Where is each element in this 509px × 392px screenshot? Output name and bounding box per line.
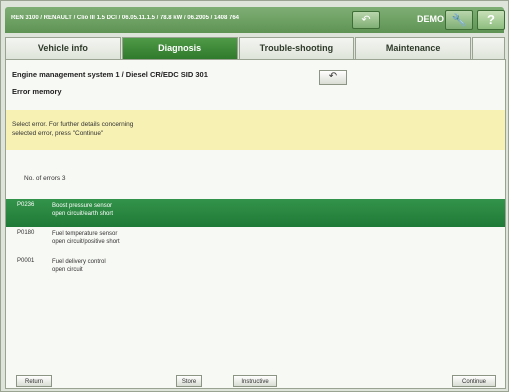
- app-window: REN 3100 / RENAULT / Clio III 1.5 DCI / …: [0, 0, 509, 392]
- return-button[interactable]: Return: [16, 375, 52, 387]
- list-item[interactable]: P0236 Boost pressure sensor open circuit…: [6, 199, 505, 227]
- system-title: Engine management system 1 / Diesel CR/E…: [12, 70, 208, 79]
- error-desc-line-1: Fuel delivery control: [52, 259, 106, 265]
- list-item[interactable]: P0001 Fuel delivery control open circuit: [6, 255, 505, 283]
- error-desc-line-1: Boost pressure sensor: [52, 203, 113, 209]
- header-bar: REN 3100 / RENAULT / Clio III 1.5 DCI / …: [5, 7, 505, 33]
- error-desc-line-2: open circuit/positive short: [52, 239, 120, 245]
- error-code: P0001: [17, 258, 35, 264]
- error-desc-line-2: open circuit: [52, 267, 83, 273]
- error-list: P0236 Boost pressure sensor open circuit…: [6, 199, 505, 283]
- tab-trouble-shooting[interactable]: Trouble-shooting: [238, 37, 355, 59]
- tab-vehicle-info[interactable]: Vehicle info: [5, 37, 121, 59]
- demo-label: DEMO: [417, 14, 444, 24]
- tab-maintenance[interactable]: Maintenance: [355, 37, 472, 59]
- error-code: P0236: [17, 202, 35, 208]
- page-subtitle: Error memory: [12, 87, 62, 96]
- note-line-1: Select error. For further details concer…: [12, 121, 134, 128]
- continue-button[interactable]: Continue: [452, 375, 496, 387]
- list-item[interactable]: P0180 Fuel temperature sensor open circu…: [6, 227, 505, 255]
- tab-extra[interactable]: [472, 37, 505, 59]
- error-description: Boost pressure sensor open circuit/earth…: [52, 202, 113, 218]
- tab-bar: Vehicle info Diagnosis Trouble-shooting …: [5, 37, 506, 59]
- error-description: Fuel delivery control open circuit: [52, 258, 106, 274]
- note-line-2: selected error, press "Continue": [12, 130, 104, 137]
- error-desc-line-2: open circuit/earth short: [52, 211, 114, 217]
- error-desc-line-1: Fuel temperature sensor: [52, 231, 118, 237]
- error-description: Fuel temperature sensor open circuit/pos…: [52, 230, 120, 246]
- main-panel: Engine management system 1 / Diesel CR/E…: [5, 59, 506, 389]
- instruction-note: Select error. For further details concer…: [6, 110, 505, 150]
- wrench-icon[interactable]: 🔧: [445, 10, 473, 30]
- vehicle-path: REN 3100 / RENAULT / Clio III 1.5 DCI / …: [11, 15, 240, 21]
- instructive-button[interactable]: Instructive: [233, 375, 277, 387]
- error-code: P0180: [17, 230, 35, 236]
- error-count: No. of errors 3: [24, 175, 66, 182]
- back-arrow-icon[interactable]: ↶: [352, 11, 380, 29]
- tab-diagnosis[interactable]: Diagnosis: [121, 37, 238, 59]
- help-button[interactable]: ?: [477, 10, 505, 30]
- back-button[interactable]: ↶: [319, 70, 347, 85]
- store-button[interactable]: Store: [176, 375, 202, 387]
